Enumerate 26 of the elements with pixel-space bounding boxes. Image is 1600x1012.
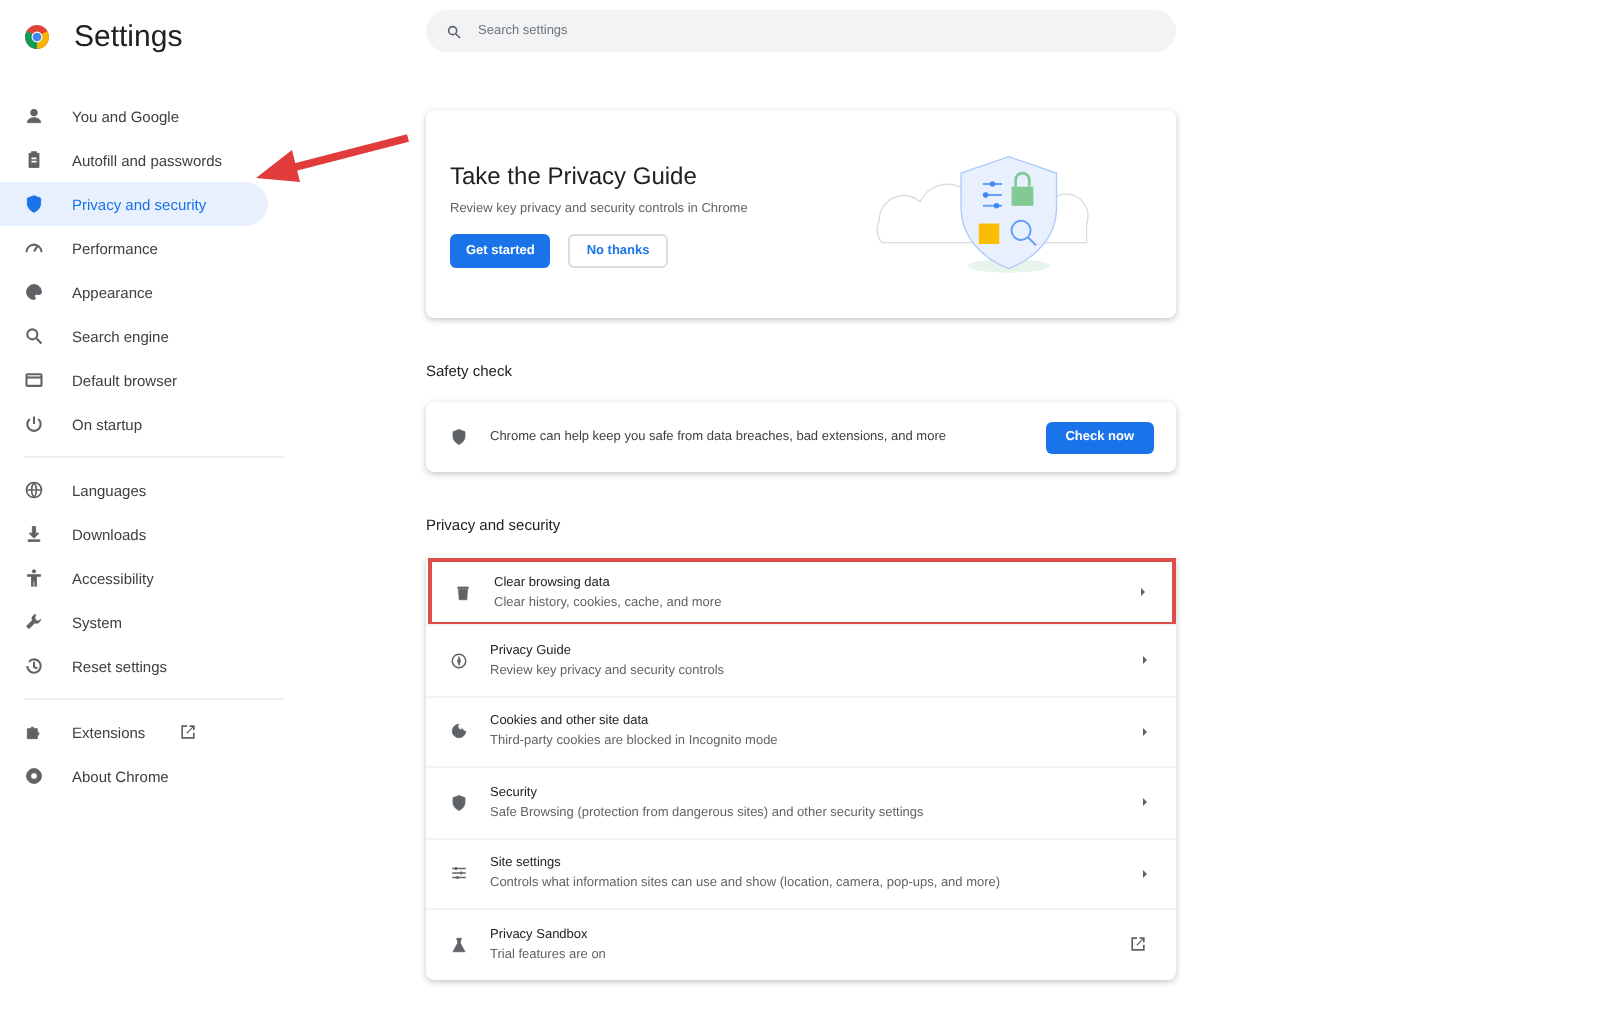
shield-icon	[24, 194, 44, 214]
card-title: Take the Privacy Guide	[450, 161, 699, 189]
chrome-logo	[24, 23, 50, 49]
download-icon	[24, 524, 44, 544]
cookie-icon	[450, 722, 468, 741]
wrench-icon	[24, 612, 44, 632]
search-icon	[24, 326, 44, 346]
page-title: Settings	[74, 19, 183, 53]
external-link-icon[interactable]	[177, 722, 198, 742]
clipboard-icon	[24, 150, 44, 170]
shield-icon	[450, 793, 468, 812]
globe-icon	[24, 480, 44, 500]
history-icon	[24, 656, 44, 676]
compass-icon	[450, 651, 468, 670]
accessibility-icon	[24, 568, 44, 588]
external-link-icon[interactable]	[1128, 934, 1148, 955]
person-icon	[24, 106, 44, 126]
trash-icon	[454, 583, 472, 601]
power-icon	[24, 414, 44, 434]
browser-icon	[24, 370, 44, 390]
tune-icon	[450, 864, 468, 883]
search-icon	[446, 23, 462, 39]
palette-icon	[24, 282, 44, 302]
gauge-icon	[24, 238, 44, 258]
flask-icon	[450, 935, 468, 954]
shield-icon	[450, 428, 468, 446]
